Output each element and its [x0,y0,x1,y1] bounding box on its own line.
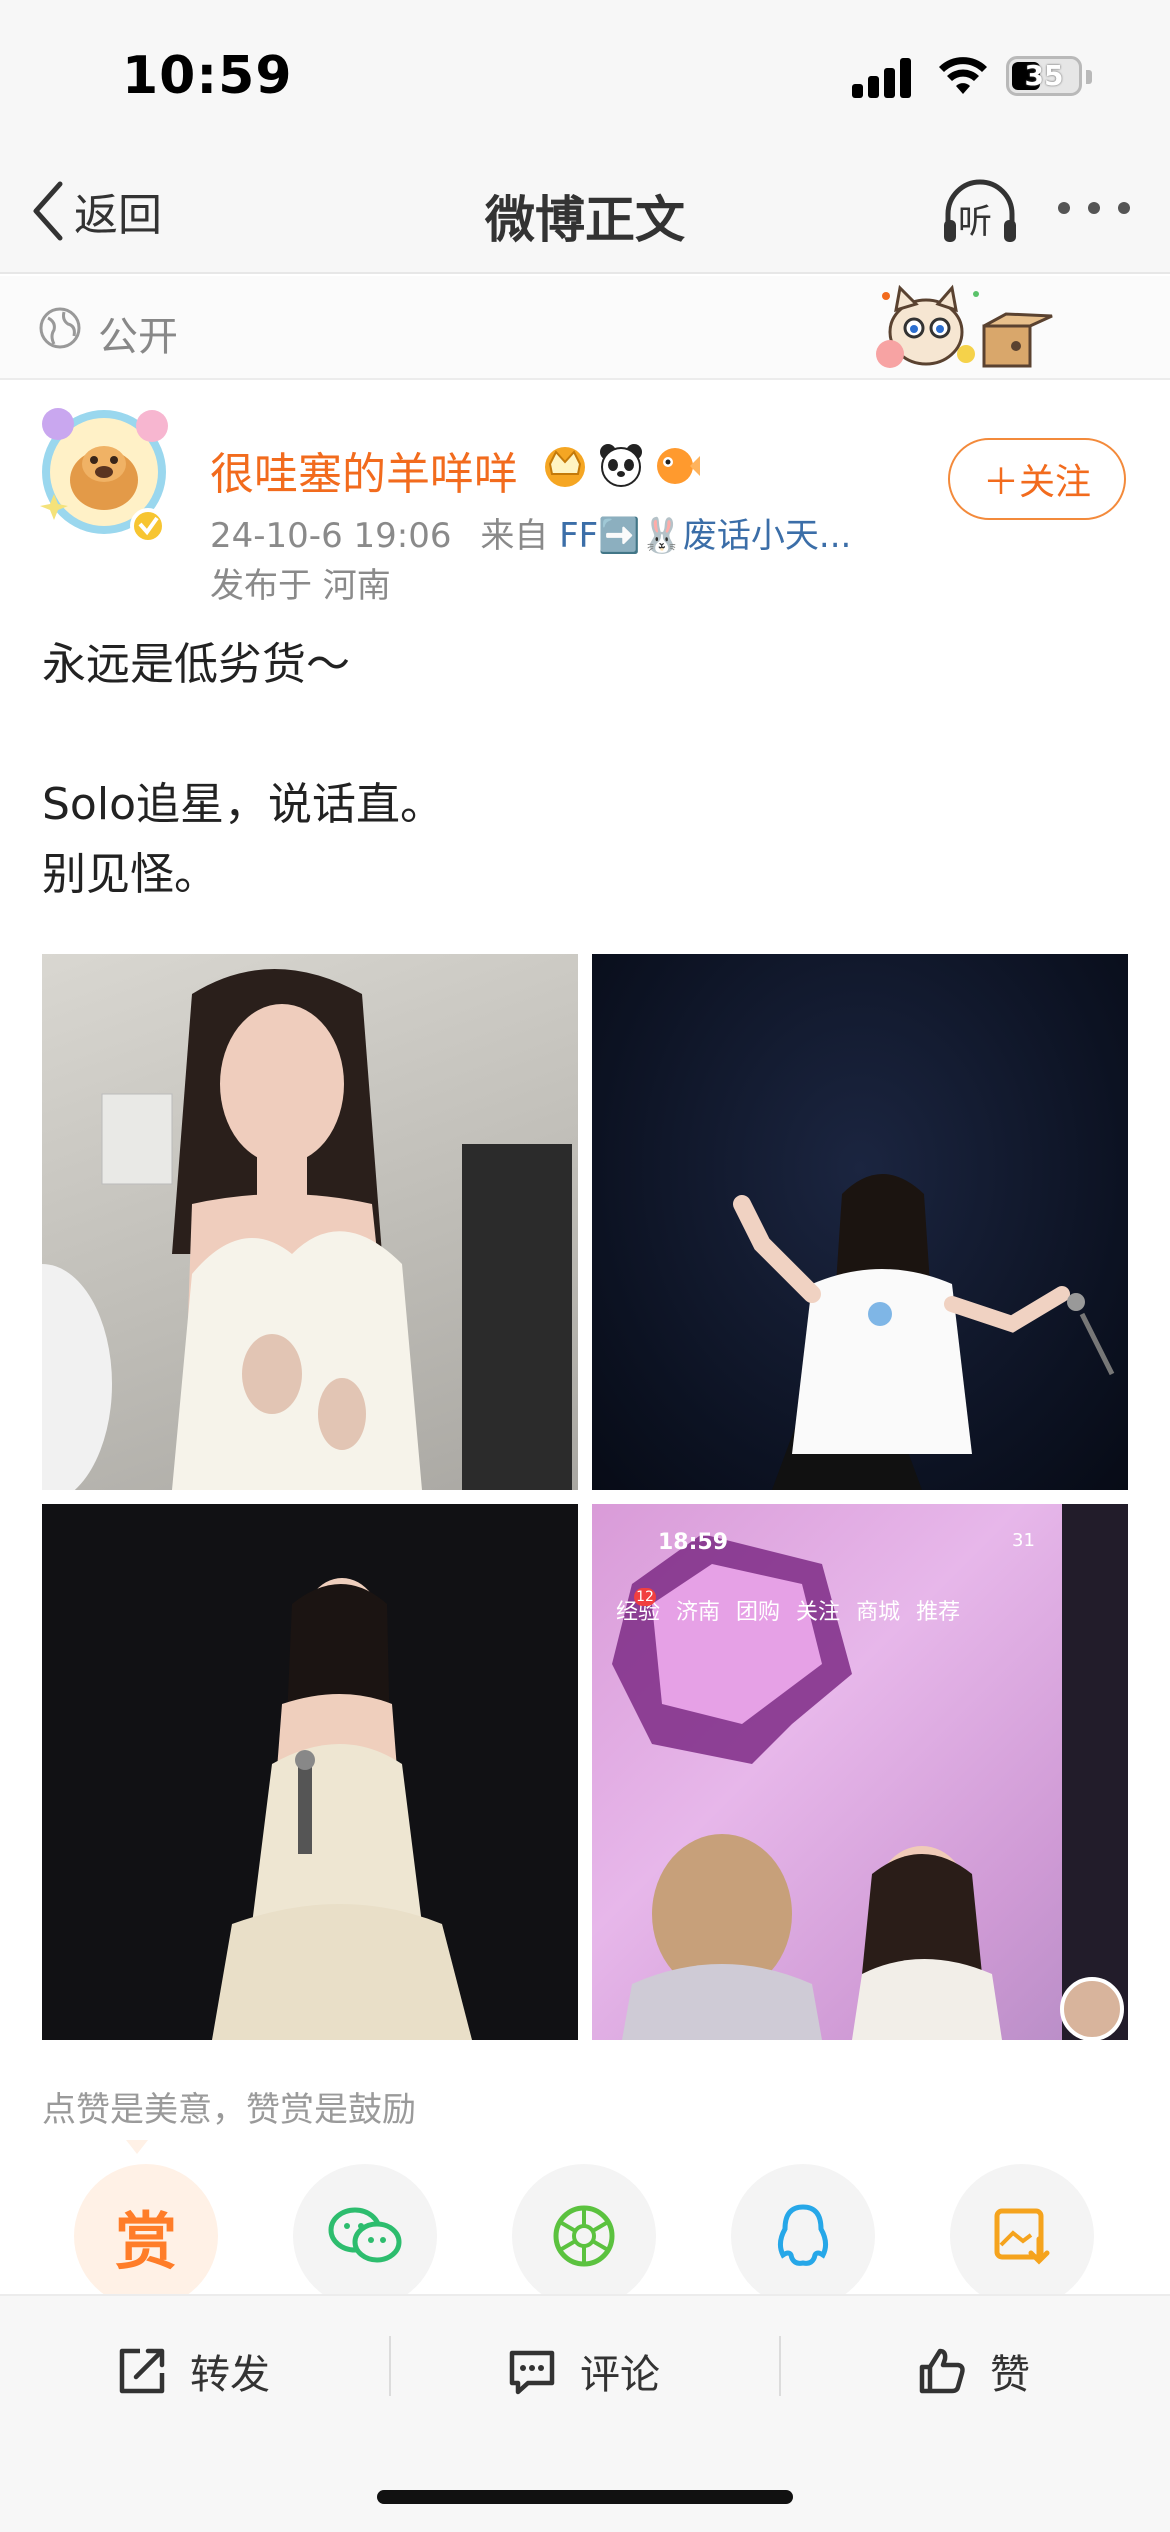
post-photo-2[interactable] [592,954,1128,1490]
post-source[interactable]: FF➡️🐰废话小天... [559,516,851,556]
save-image-icon [994,2208,1050,2265]
comment-icon [509,2350,555,2395]
avatar[interactable] [36,400,176,550]
like-button[interactable]: 赞 [916,2336,1030,2406]
photo-1-content [42,969,572,1490]
post-line [42,700,1132,770]
cat-sticker-icon [876,284,1053,368]
share-wechat-button[interactable] [293,2164,437,2308]
reward-caption: 点赞是美意，赞赏是鼓励 [42,2090,416,2130]
share-moments-button[interactable] [512,2164,656,2308]
post-date: 24-10-6 19:06 [210,516,452,556]
inner-tab: 推荐 [916,1600,961,1625]
inner-tab: 商城 [856,1600,901,1625]
badge-row [540,440,702,490]
author-name[interactable]: 很哇塞的羊咩咩 [210,438,518,502]
post-line: Solo追星，说话直。 [42,779,444,830]
reward-label: 赏 [114,2205,177,2278]
listen-label: 听 [958,202,992,242]
post-photo-4[interactable]: 18:59 31 经验 济南 团购 关注 商城 推荐 12 [592,1504,1128,2040]
moments-icon [553,2205,615,2267]
battery-icon: 35 [1006,56,1082,96]
post-meta: 24-10-6 19:06 来自 FF➡️🐰废话小天... [210,508,851,557]
visibility-label: 公开 [98,314,178,360]
save-image-button[interactable] [950,2164,1094,2308]
inner-notification-badge: 12 [634,1588,656,1606]
photo-2-content [733,1174,1115,1490]
listen-button[interactable]: 听 [940,176,1020,246]
source-prefix: 来自 [480,516,549,556]
battery-level: 35 [1024,59,1064,92]
post-photo-3[interactable] [42,1504,578,2040]
inner-screenshot-tabs: 经验 济南 团购 关注 商城 推荐 [616,1594,1116,1626]
inner-screenshot-battery: 31 [1012,1530,1035,1551]
inner-tab: 关注 [796,1600,841,1625]
more-options-icon[interactable] [1058,202,1130,218]
repost-button[interactable]: 转发 [116,2336,270,2406]
post-photo-1[interactable] [42,954,578,1490]
cellular-signal-icon [852,56,914,98]
status-time: 10:59 [122,46,293,106]
status-bar: 10:59 35 [0,0,1170,150]
inner-screenshot-time: 18:59 [658,1530,729,1555]
post-line: 别见怪。 [42,849,218,900]
wechat-icon [328,2207,402,2263]
panda-icon [600,444,642,487]
inner-tab: 团购 [736,1600,781,1625]
post-text: 永远是低劣货～ Solo追星，说话直。 别见怪。 [42,630,1132,910]
like-label: 赞 [990,2352,1030,2398]
crown-icon [545,447,585,487]
reward-button[interactable]: 赏 [74,2164,218,2308]
repost-label: 转发 [190,2352,270,2398]
nav-bar: 返回 微博正文 听 [0,150,1170,274]
post-location: 发布于 河南 [210,566,391,606]
globe-icon [39,307,81,349]
comment-button[interactable]: 评论 [506,2336,660,2406]
photo-4-content [612,1504,1128,2040]
repost-icon [119,2348,165,2394]
inner-tab: 济南 [676,1600,721,1625]
share-qq-button[interactable] [731,2164,875,2308]
home-indicator [377,2490,793,2504]
photo-3-content [42,1504,578,2040]
follow-button[interactable]: ＋关注 [948,438,1126,520]
fish-icon [657,448,700,484]
qq-icon [777,2204,829,2266]
wifi-icon [939,57,987,94]
thumbs-up-icon [919,2348,965,2394]
comment-label: 评论 [580,2352,660,2398]
caption-pointer [126,2140,148,2154]
visibility-row: 公开 [0,276,1170,380]
post-line: 永远是低劣货～ [42,639,350,690]
share-row: 赏 [0,2164,1170,2308]
